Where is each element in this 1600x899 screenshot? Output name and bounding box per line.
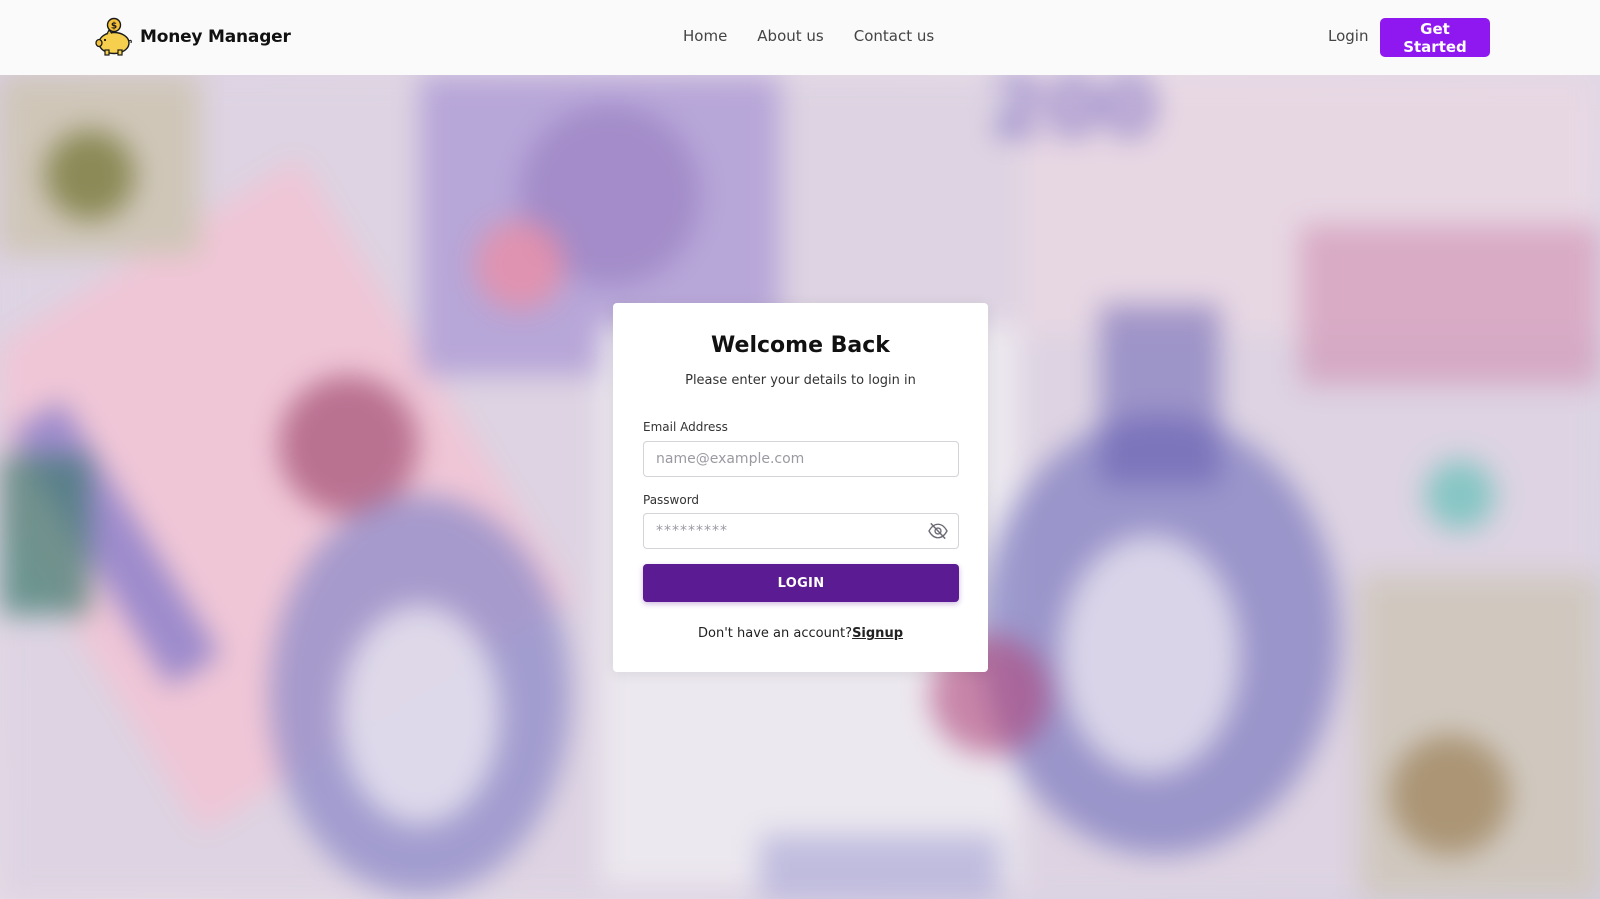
- signup-prompt: Don't have an account?: [697, 626, 853, 641]
- nav-about-link[interactable]: About us: [757, 27, 823, 45]
- top-navbar: $ Money Manager Home About us Contact us…: [0, 0, 1600, 75]
- nav-contact-link[interactable]: Contact us: [854, 27, 934, 45]
- eye-off-icon[interactable]: [927, 522, 949, 540]
- email-input[interactable]: [643, 441, 959, 477]
- get-started-button[interactable]: Get Started: [1380, 18, 1490, 57]
- header-login-link[interactable]: Login: [1328, 27, 1368, 45]
- login-card: Welcome Back Please enter your details t…: [613, 303, 988, 672]
- brand-name: Money Manager: [140, 27, 291, 47]
- login-subtitle: Please enter your details to login in: [685, 373, 916, 388]
- nav-home-link[interactable]: Home: [683, 27, 727, 45]
- login-button[interactable]: LOGIN: [643, 564, 959, 602]
- main-nav: Home About us Contact us: [683, 27, 934, 45]
- password-input[interactable]: [643, 513, 959, 549]
- login-title: Welcome Back: [711, 333, 890, 358]
- signup-row: Don't have an account?Signup: [613, 626, 988, 641]
- password-label: Password: [643, 493, 700, 507]
- svg-text:200: 200: [990, 75, 1157, 154]
- brand[interactable]: $ Money Manager: [94, 17, 291, 57]
- piggy-bank-icon: $: [95, 17, 132, 56]
- signup-link[interactable]: Signup: [852, 626, 903, 641]
- email-label: Email Address: [643, 420, 728, 434]
- svg-text:$: $: [111, 22, 117, 32]
